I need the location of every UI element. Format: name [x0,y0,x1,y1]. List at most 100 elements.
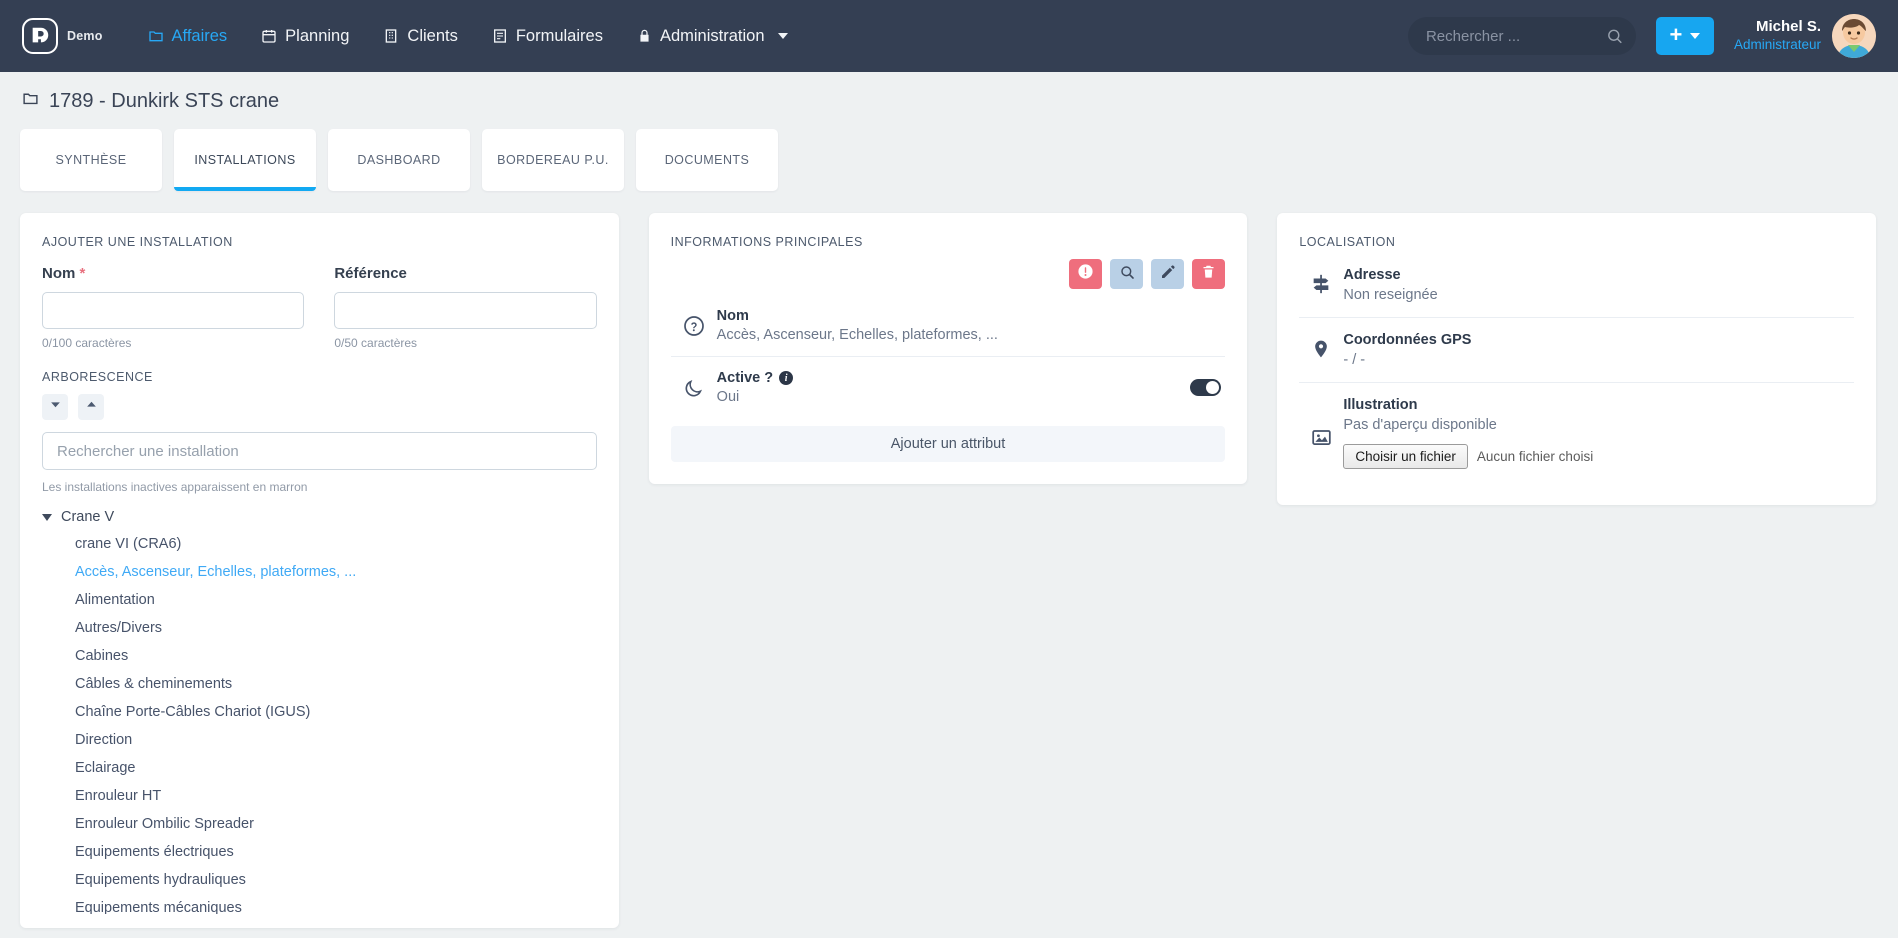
trash-icon [1201,264,1216,285]
tree-item[interactable]: Accès, Ascenseur, Echelles, plateformes,… [42,558,597,586]
tree-item[interactable]: Chaîne Porte-Câbles Chariot (IGUS) [42,698,597,726]
tree-item[interactable]: Eclairage [42,754,597,782]
triangle-down-icon [42,513,52,521]
nav-item-affaires[interactable]: Affaires [131,18,245,55]
tree-item[interactable]: Alimentation [42,586,597,614]
active-toggle[interactable] [1190,379,1222,396]
tab-label: DOCUMENTS [664,153,750,167]
nav-item-label: Planning [285,26,350,45]
tree-item[interactable]: Equipements hydrauliques [42,866,597,894]
chevron-up-icon [85,398,98,416]
loc-texts: Illustration Pas d'aperçu disponible Cho… [1343,397,1854,469]
nom-input[interactable] [42,292,305,329]
nom-char-counter: 0/100 caractères [42,336,132,350]
info-row-active: Active ? i Oui [671,357,1226,418]
tree-search-input[interactable] [42,432,597,470]
tab-documents[interactable]: DOCUMENTS [636,129,778,191]
search-button[interactable] [1110,259,1144,289]
form-icon [492,28,508,44]
tree-item[interactable]: Cabines [42,642,597,670]
add-button[interactable]: + [1655,17,1714,55]
file-status-label: Aucun fichier choisi [1476,449,1594,464]
file-picker: Choisir un fichier Aucun fichier choisi [1343,444,1854,469]
loc-title: Adresse [1343,267,1401,283]
expand-all-button[interactable] [42,394,68,420]
reference-char-counter: 0/50 caractères [334,336,418,350]
nom-field-group: Nom * 0/100 caractères [42,265,305,350]
reference-input[interactable] [334,292,597,329]
brand[interactable]: Demo [22,18,103,54]
app-logo-icon [22,18,58,54]
info-value: Accès, Ascenseur, Echelles, plateformes,… [716,327,998,343]
edit-button[interactable] [1151,259,1185,289]
nav-item-label: Affaires [171,26,228,45]
tab-synthese[interactable]: SYNTHÈSE [20,129,162,191]
localisation-title: LOCALISATION [1299,235,1396,249]
loc-texts: Adresse Non reseignée [1343,267,1854,303]
nav-item-clients[interactable]: Clients [366,18,474,55]
brand-label: Demo [67,29,103,43]
tab-bordereau-pu[interactable]: BORDEREAU P.U. [482,129,624,191]
add-attribute-button[interactable]: Ajouter un attribut [670,426,1226,462]
avatar[interactable] [1832,14,1876,58]
nav-links: Affaires Planning Clients Formulaires Ad [131,18,805,55]
reference-field-group: Référence 0/50 caractères [334,265,597,350]
exclamation-icon [1077,263,1094,285]
collapse-all-button[interactable] [78,394,104,420]
info-title: Active ? i [717,370,1191,386]
loc-row-gps: Coordonnées GPS - / - [1299,318,1855,383]
info-texts: Active ? i Oui [717,370,1191,405]
user-name: Michel S. [1755,18,1821,36]
search-input[interactable] [1407,17,1636,55]
tree-item[interactable]: crane VI (CRA6) [42,530,597,558]
info-row-nom: Nom Accès, Ascenseur, Echelles, platefor… [670,295,1226,357]
tab-installations[interactable]: INSTALLATIONS [174,129,316,191]
loc-value: Non reseignée [1343,287,1438,303]
tree-item[interactable]: Câbles & cheminements [42,670,597,698]
loc-row-illustration: Illustration Pas d'aperçu disponible Cho… [1299,383,1854,483]
tree-item[interactable]: Enrouleur Ombilic Spreader [42,810,597,838]
informations-title: INFORMATIONS PRINCIPALES [670,235,863,249]
nav-item-formulaires[interactable]: Formulaires [475,18,620,55]
delete-button[interactable] [1192,259,1226,289]
localisation-rows: Adresse Non reseignée Coordonnées GPS - … [1277,249,1876,505]
tree-hint: Les installations inactives apparaissent… [42,480,308,494]
nav-item-administration[interactable]: Administration [620,18,805,55]
tree-item[interactable]: Equipements mécaniques [42,894,597,914]
info-icon[interactable]: i [779,371,794,385]
info-title-text: Nom [716,308,749,324]
tree-item[interactable]: Enrouleur HT [42,782,597,810]
tab-label: DASHBOARD [357,153,441,167]
tree-root-node[interactable]: Crane V [42,504,597,530]
calendar-icon [261,28,277,44]
required-marker: * [79,265,86,282]
informations-principales-card: INFORMATIONS PRINCIPALES Nom Accès, Asce… [648,213,1248,484]
installation-tree: Crane V crane VI (CRA6) Accès, Ascenseur… [20,494,619,914]
moon-icon [671,377,717,399]
chevron-down-icon [777,33,788,39]
nav-item-planning[interactable]: Planning [244,18,366,55]
tab-label: INSTALLATIONS [194,153,296,167]
arborescence-title: ARBORESCENCE [42,370,153,384]
search-icon[interactable] [1606,28,1623,45]
tree-item[interactable]: Equipements électriques [42,838,597,866]
tab-dashboard[interactable]: DASHBOARD [328,129,470,191]
tree-root-label: Crane V [61,509,115,525]
page-title-text: 1789 - Dunkirk STS crane [49,90,280,112]
lock-icon [637,28,652,44]
nav-item-label: Formulaires [515,26,603,45]
nav-item-label: Administration [659,26,765,45]
navbar-right: + Michel S. Administrateur [1407,14,1876,58]
reference-label: Référence [334,265,407,282]
user-menu[interactable]: Michel S. Administrateur [1734,14,1876,58]
tab-label: SYNTHÈSE [55,153,127,167]
nav-item-label: Clients [407,26,458,45]
image-icon [1299,397,1343,448]
tree-item[interactable]: Direction [42,726,597,754]
loc-texts: Coordonnées GPS - / - [1343,332,1854,368]
alert-button[interactable] [1069,259,1103,289]
informations-rows: Nom Accès, Ascenseur, Echelles, platefor… [649,289,1248,418]
choose-file-button[interactable]: Choisir un fichier [1343,444,1468,469]
add-installation-title: AJOUTER UNE INSTALLATION [42,235,233,249]
tree-item[interactable]: Autres/Divers [42,614,597,642]
